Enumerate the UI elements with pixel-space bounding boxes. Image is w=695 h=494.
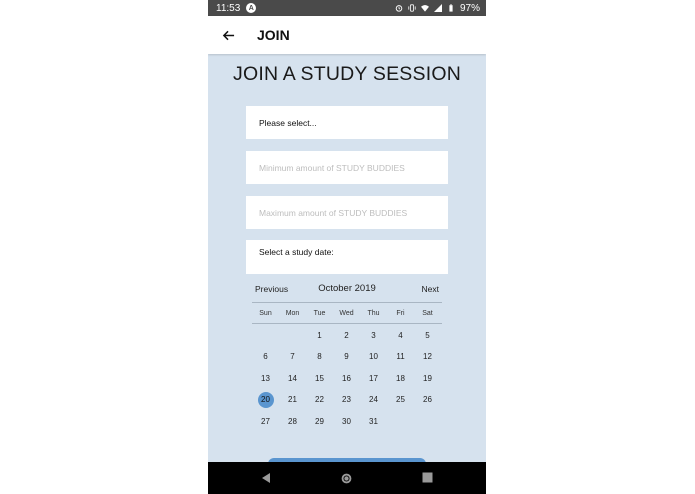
app-bar: JOIN xyxy=(208,16,486,54)
app-bar-title: JOIN xyxy=(257,27,290,43)
status-time: 11:53 xyxy=(216,2,241,14)
calendar-day[interactable]: 23 xyxy=(339,392,355,408)
weekday-label: Wed xyxy=(339,309,354,317)
calendar-day[interactable]: 10 xyxy=(366,349,382,365)
date-label-box: Select a study date: xyxy=(246,240,448,274)
min-buddies-field[interactable] xyxy=(246,151,448,184)
android-nav-bar xyxy=(208,462,486,494)
calendar-day[interactable]: 9 xyxy=(339,349,355,365)
vibrate-icon xyxy=(408,4,416,12)
nav-recents-icon[interactable] xyxy=(422,472,433,483)
calendar-day[interactable]: 17 xyxy=(366,371,382,387)
calendar-day[interactable]: 2 xyxy=(339,328,355,344)
calendar-day[interactable]: 14 xyxy=(285,371,301,387)
calendar-day[interactable]: 8 xyxy=(312,349,328,365)
phone-screen: 11:53 A 97% JOIN JOIN A STUDY SESSION Pl… xyxy=(208,0,486,494)
calendar-day[interactable]: 5 xyxy=(420,328,436,344)
calendar-days-grid: 1 2 3 4 5 6 7 8 9 10 11 12 13 14 15 16 17 18 19 20 21 22 23 24 2… xyxy=(252,325,442,433)
calendar-day[interactable]: 1 xyxy=(312,328,328,344)
max-buddies-input[interactable] xyxy=(259,207,444,218)
course-select[interactable]: Please select... xyxy=(246,106,448,139)
calendar-day[interactable]: 15 xyxy=(312,371,328,387)
calendar-day[interactable]: 13 xyxy=(258,371,274,387)
calendar-weekdays: Sun Mon Tue Wed Thu Fri Sat xyxy=(252,303,442,323)
calendar-day[interactable]: 4 xyxy=(393,328,409,344)
calendar-day[interactable]: 3 xyxy=(366,328,382,344)
course-select-label: Please select... xyxy=(259,117,317,128)
weekday-label: Sat xyxy=(422,309,433,317)
calendar-day[interactable]: 24 xyxy=(366,392,382,408)
calendar-day[interactable]: 6 xyxy=(258,349,274,365)
calendar-day[interactable]: 21 xyxy=(285,392,301,408)
calendar-day[interactable]: 29 xyxy=(312,414,328,430)
calendar-day[interactable]: 16 xyxy=(339,371,355,387)
page-title: JOIN A STUDY SESSION xyxy=(233,63,461,85)
signal-icon xyxy=(433,4,442,12)
battery-percent: 97% xyxy=(459,2,480,14)
calendar-nav: Previous October 2019 Next xyxy=(252,280,442,298)
calendar-divider xyxy=(252,323,442,324)
calendar-day[interactable]: 19 xyxy=(420,371,436,387)
calendar-day[interactable]: 27 xyxy=(258,414,274,430)
calendar-day[interactable]: 18 xyxy=(393,371,409,387)
calendar-day-selected[interactable]: 20 xyxy=(257,392,274,409)
app-notification-icon: A xyxy=(246,3,257,13)
calendar: Previous October 2019 Next Sun Mon Tue W… xyxy=(252,280,442,433)
battery-icon xyxy=(449,4,453,12)
max-buddies-field[interactable] xyxy=(246,196,448,229)
weekday-label: Mon xyxy=(285,309,300,317)
calendar-month-label: October 2019 xyxy=(318,283,376,294)
calendar-day[interactable]: 25 xyxy=(393,392,409,408)
status-bar: 11:53 A 97% xyxy=(208,0,486,16)
calendar-day[interactable]: 30 xyxy=(339,414,355,430)
date-label: Select a study date: xyxy=(259,247,334,257)
nav-home-icon[interactable] xyxy=(340,472,353,485)
weekday-label: Fri xyxy=(396,309,405,317)
calendar-day[interactable]: 28 xyxy=(285,414,301,430)
alarm-icon xyxy=(395,5,403,12)
min-buddies-input[interactable] xyxy=(259,162,444,173)
nav-back-icon[interactable] xyxy=(260,472,272,484)
weekday-label: Thu xyxy=(367,309,380,317)
calendar-day[interactable]: 11 xyxy=(393,349,409,365)
wifi-icon xyxy=(420,5,429,12)
calendar-day[interactable]: 7 xyxy=(285,349,301,365)
weekday-label: Tue xyxy=(313,309,326,317)
calendar-next-button[interactable]: Next xyxy=(422,284,439,294)
calendar-day[interactable]: 22 xyxy=(312,392,328,408)
calendar-day[interactable]: 12 xyxy=(420,349,436,365)
calendar-day[interactable]: 31 xyxy=(366,414,382,430)
status-icons: 97% xyxy=(395,3,480,14)
back-arrow-icon[interactable] xyxy=(220,27,236,43)
weekday-label: Sun xyxy=(259,309,272,317)
calendar-day[interactable]: 26 xyxy=(420,392,436,408)
